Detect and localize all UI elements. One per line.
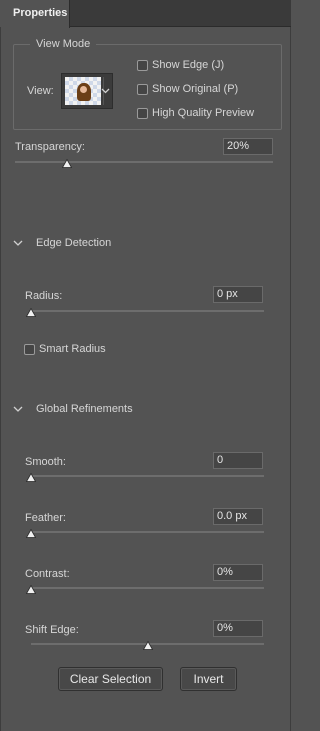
smart-radius-checkbox[interactable] (24, 344, 35, 355)
tab-properties[interactable]: Properties (0, 0, 70, 28)
feather-slider-handle[interactable] (26, 529, 36, 538)
view-mode-thumbnail (65, 77, 101, 105)
high-quality-preview-checkbox[interactable] (137, 108, 148, 119)
transparency-input[interactable]: 20% (223, 138, 273, 155)
smooth-input[interactable]: 0 (213, 452, 263, 469)
radius-slider-track[interactable] (31, 310, 264, 312)
view-mode-dropdown[interactable] (61, 73, 113, 109)
radius-label: Radius: (25, 290, 63, 302)
thumbnail-face (80, 86, 87, 93)
contrast-input[interactable]: 0% (213, 564, 263, 581)
contrast-label: Contrast: (25, 568, 70, 580)
show-original-label: Show Original (P) (152, 83, 239, 95)
panel-tab-bar: Properties (0, 0, 291, 28)
radius-slider-handle[interactable] (26, 308, 36, 317)
edge-detection-header[interactable]: Edge Detection (36, 237, 111, 249)
shift-edge-label: Shift Edge: (25, 624, 79, 636)
view-mode-title: View Mode (30, 38, 97, 50)
smart-radius-label: Smart Radius (39, 343, 106, 355)
show-edge-label: Show Edge (J) (152, 59, 225, 71)
show-edge-checkbox[interactable] (137, 60, 148, 71)
transparency-slider-handle[interactable] (61, 159, 72, 168)
view-label: View: (27, 85, 54, 97)
chevron-down-icon (101, 86, 110, 97)
shift-edge-input[interactable]: 0% (213, 620, 263, 637)
chevron-down-icon[interactable] (13, 404, 23, 412)
chevron-down-icon[interactable] (13, 238, 23, 246)
smooth-label: Smooth: (25, 456, 66, 468)
transparency-label: Transparency: (15, 141, 85, 153)
feather-slider-track[interactable] (31, 531, 264, 533)
feather-input[interactable]: 0.0 px (213, 508, 263, 525)
contrast-slider-track[interactable] (31, 587, 264, 589)
smooth-slider-track[interactable] (31, 475, 264, 477)
radius-input[interactable]: 0 px (213, 286, 263, 303)
feather-label: Feather: (25, 512, 66, 524)
shift-edge-slider-handle[interactable] (142, 641, 153, 650)
clear-selection-button[interactable]: Clear Selection (58, 667, 163, 691)
contrast-slider-handle[interactable] (26, 585, 36, 594)
transparency-slider-track[interactable] (15, 161, 273, 163)
smooth-slider-handle[interactable] (26, 473, 36, 482)
global-refinements-header[interactable]: Global Refinements (36, 403, 133, 415)
show-original-checkbox[interactable] (137, 84, 148, 95)
high-quality-preview-label: High Quality Preview (152, 107, 255, 119)
invert-button[interactable]: Invert (180, 667, 237, 691)
